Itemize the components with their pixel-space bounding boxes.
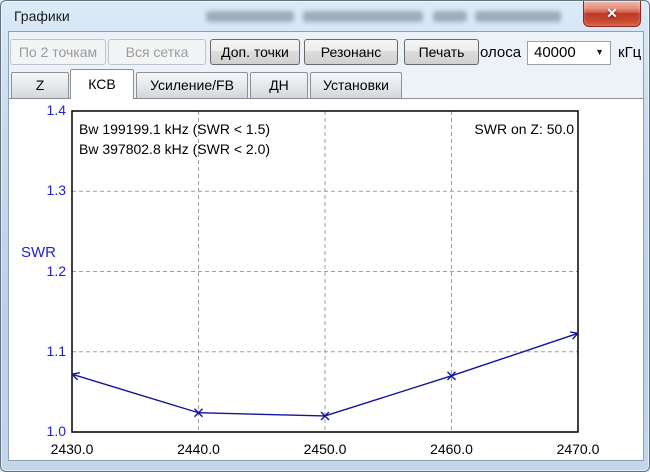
tab-pattern[interactable]: ДН: [250, 72, 308, 98]
bandwidth-unit-label: кГц: [618, 44, 642, 61]
client-area: По 2 точкам Вся сетка Доп. точки Резонан…: [8, 31, 644, 461]
x-tick-label: 2430.0: [50, 441, 94, 457]
x-tick-label: 2470.0: [556, 441, 600, 457]
chevron-down-icon: ▼: [595, 47, 604, 57]
bandwidth-label: олоса: [480, 44, 522, 61]
tab-z[interactable]: Z: [11, 72, 69, 98]
bandwidth-annotation-2: Bw 397802.8 kHz (SWR < 2.0): [79, 141, 271, 157]
toolbar-button-by-2-points[interactable]: По 2 точкам: [10, 39, 106, 65]
tab-settings[interactable]: Установки: [310, 72, 402, 98]
y-tick-label: 1.2: [46, 262, 66, 279]
close-icon: ✕: [606, 5, 618, 21]
x-tick-label: 2450.0: [303, 441, 347, 457]
close-button[interactable]: ✕: [583, 1, 641, 27]
bandwidth-select[interactable]: 40000 ▼: [527, 41, 611, 65]
bandwidth-value: 40000: [534, 44, 576, 61]
y-axis-title: SWR: [21, 244, 56, 261]
chart-panel: Bw 199199.1 kHz (SWR < 1.5) Bw 397802.8 …: [9, 98, 643, 460]
tab-ksv[interactable]: КСВ: [70, 69, 134, 99]
y-tick-label: 1.1: [46, 342, 66, 359]
x-tick-label: 2440.0: [177, 441, 220, 457]
toolbar-button-resonance[interactable]: Резонанс: [304, 39, 398, 65]
toolbar-button-print[interactable]: Печать: [404, 39, 479, 65]
window-title: Графики: [14, 8, 70, 24]
toolbar-button-whole-grid[interactable]: Вся сетка: [108, 39, 206, 65]
bandwidth-annotation-1: Bw 199199.1 kHz (SWR < 1.5): [79, 121, 271, 137]
tab-gain-fb[interactable]: Усиление/FB: [136, 72, 248, 98]
swr-on-z-annotation: SWR on Z: 50.0: [474, 121, 574, 137]
y-tick-label: 1.0: [46, 423, 66, 439]
x-tick-label: 2460.0: [430, 441, 473, 457]
toolbar-button-extra-points[interactable]: Доп. точки: [210, 39, 300, 65]
title-bar: Графики ✕: [1, 1, 649, 31]
y-tick-label: 1.4: [46, 102, 66, 118]
graphs-window: Графики ✕ По 2 точкам Вся сетка Доп. точ…: [0, 0, 650, 472]
y-tick-label: 1.3: [46, 182, 66, 199]
